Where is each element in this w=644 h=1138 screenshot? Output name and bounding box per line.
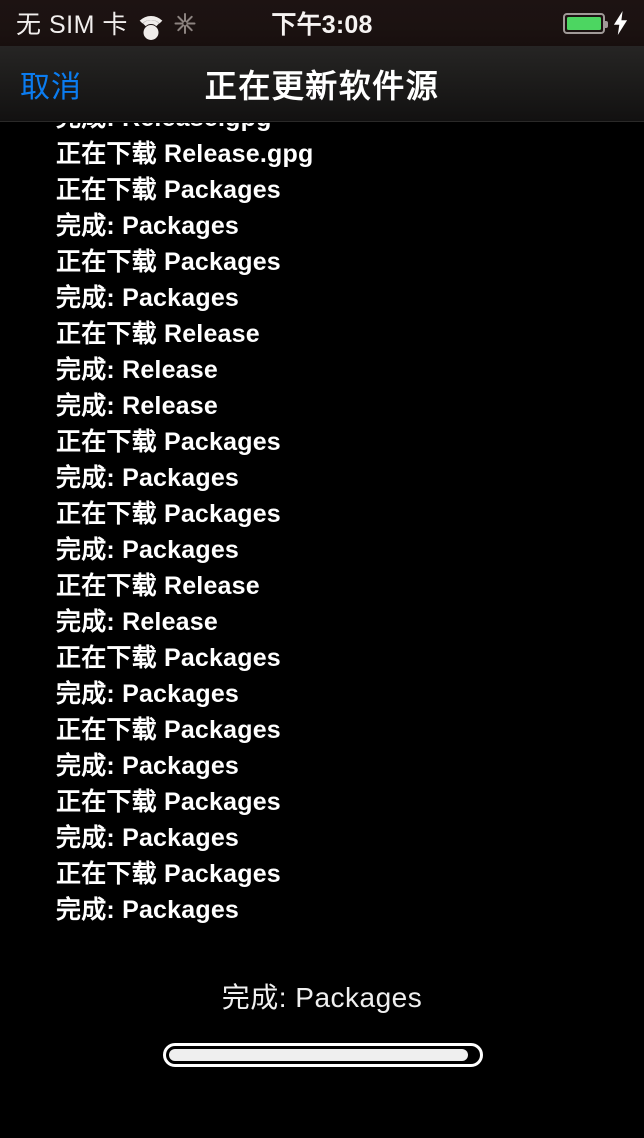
log-line: 正在下载 Packages — [56, 860, 281, 888]
wifi-icon — [134, 13, 167, 40]
status-bar-left: 无 SIM 卡 — [16, 5, 196, 41]
log-scroll-area[interactable]: 完成: Release.gpg 正在下载 Release.gpg 正在下载 Pack… — [0, 123, 644, 950]
log-line: 完成: Release — [56, 608, 218, 636]
log-list: 完成: Release.gpg 正在下载 Release.gpg 正在下载 Pack… — [0, 123, 644, 928]
log-line: 完成: Packages — [56, 824, 240, 852]
battery-fill — [567, 16, 601, 30]
log-line: 正在下载 Packages — [56, 428, 281, 456]
log-line: 正在下载 Release.gpg — [56, 140, 314, 168]
log-line: 正在下载 Packages — [56, 644, 281, 672]
footer-progress-panel: 完成: Packages — [0, 950, 644, 1138]
log-line: 正在下载 Packages — [56, 716, 281, 744]
battery-icon — [563, 12, 608, 34]
log-line: 正在下载 Packages — [56, 788, 281, 816]
status-bar-right — [563, 11, 628, 35]
log-line: 完成: Release — [56, 392, 218, 420]
log-line: 正在下载 Packages — [56, 500, 281, 528]
carrier-label: 无 SIM 卡 — [16, 11, 128, 39]
charging-bolt-icon — [613, 11, 628, 35]
progress-bar-fill — [169, 1049, 468, 1061]
log-line: 正在下载 Packages — [56, 176, 281, 204]
log-line: 完成: Packages — [56, 284, 240, 312]
log-line: 完成: Release — [56, 356, 218, 384]
log-line: 正在下载 Release — [56, 572, 260, 600]
page-title: 正在更新软件源 — [204, 67, 440, 104]
log-line: 完成: Packages — [56, 896, 240, 924]
status-bar: 无 SIM 卡 下午3:08 — [0, 0, 644, 46]
log-line: 完成: Packages — [56, 752, 240, 780]
log-line: 完成: Packages — [56, 536, 240, 564]
log-line: 正在下载 Packages — [56, 248, 281, 276]
progress-bar — [163, 1043, 483, 1067]
activity-spinner-icon — [174, 12, 196, 34]
battery-nub — [605, 20, 608, 28]
current-status-label: 完成: Packages — [221, 982, 423, 1013]
clock-label: 下午3:08 — [271, 11, 373, 39]
log-line: 正在下载 Release — [56, 320, 260, 348]
log-line: 完成: Packages — [56, 212, 240, 240]
navigation-bar: 取消 正在更新软件源 — [0, 46, 644, 122]
app-screen: 无 SIM 卡 下午3:08 取消 正在更新软件源 正在下载 Release.g… — [0, 0, 644, 1138]
log-line: 完成: Packages — [56, 680, 240, 708]
log-line: 完成: Release.gpg — [56, 123, 644, 136]
log-line: 完成: Packages — [56, 464, 240, 492]
